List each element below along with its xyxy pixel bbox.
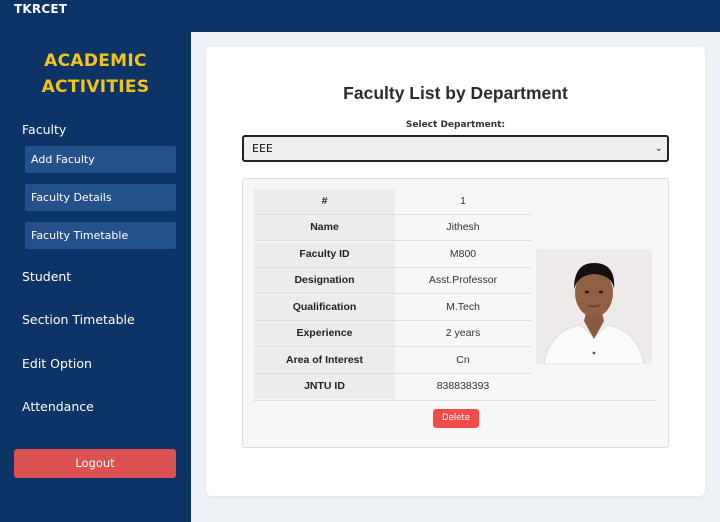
delete-button[interactable]: Delete — [433, 409, 479, 428]
field-label: Designation — [254, 268, 395, 293]
field-value: M800 — [395, 242, 531, 267]
select-department-label: Select Department: — [405, 120, 506, 130]
table-row: Faculty ID M800 — [254, 242, 531, 268]
sidebar-item-attendance[interactable]: Attendance — [22, 399, 94, 414]
field-value: 838838393 — [395, 374, 531, 399]
field-value: M.Tech — [395, 295, 531, 320]
faculty-photo — [536, 249, 652, 364]
field-label: JNTU ID — [254, 374, 395, 399]
department-select-value: EEE — [252, 142, 273, 155]
sidebar-item-edit-option[interactable]: Edit Option — [22, 356, 92, 371]
field-label: Qualification — [254, 295, 395, 320]
main-card: Faculty List by Department Select Depart… — [206, 47, 705, 496]
brand-logo-text[interactable]: TKRCET — [14, 2, 67, 16]
field-value: 2 years — [395, 321, 531, 346]
person-photo-icon — [536, 249, 652, 364]
field-value: 1 — [395, 189, 531, 214]
table-row: Designation Asst.Professor — [254, 268, 531, 294]
sidebar-subitem-faculty-details[interactable]: Faculty Details — [25, 184, 176, 211]
sidebar-subitem-add-faculty[interactable]: Add Faculty — [25, 146, 176, 173]
sidebar: ACADEMIC ACTIVITIES Faculty Add Faculty … — [0, 32, 191, 522]
logout-button[interactable]: Logout — [14, 449, 176, 478]
field-value: Cn — [395, 348, 531, 373]
faculty-card: # 1 Name Jithesh Faculty ID M800 Designa… — [242, 178, 669, 448]
chevron-down-icon: ⌄ — [654, 143, 663, 154]
sidebar-title-line2: ACTIVITIES — [41, 77, 150, 97]
table-row: JNTU ID 838838393 — [254, 374, 531, 400]
sidebar-item-section-timetable[interactable]: Section Timetable — [22, 312, 135, 327]
table-row: Experience 2 years — [254, 321, 531, 347]
sidebar-title: ACADEMIC ACTIVITIES — [0, 48, 191, 100]
field-value: Jithesh — [395, 215, 531, 240]
table-row: Name Jithesh — [254, 215, 531, 241]
department-select[interactable]: EEE ⌄ — [242, 135, 669, 162]
field-label: # — [254, 189, 395, 214]
sidebar-subitem-faculty-timetable[interactable]: Faculty Timetable — [25, 222, 176, 249]
page-title: Faculty List by Department — [343, 83, 568, 103]
field-value: Asst.Professor — [395, 268, 531, 293]
field-label: Faculty ID — [254, 242, 395, 267]
sidebar-item-faculty[interactable]: Faculty — [22, 122, 66, 137]
top-bar: TKRCET — [0, 0, 720, 32]
sidebar-title-line1: ACADEMIC — [44, 51, 147, 71]
table-row: # 1 — [254, 189, 531, 215]
field-label: Area of Interest — [254, 348, 395, 373]
field-label: Experience — [254, 321, 395, 346]
table-row: Area of Interest Cn — [254, 348, 531, 374]
sidebar-item-student[interactable]: Student — [22, 269, 71, 284]
table-divider — [254, 400, 657, 401]
table-row: Qualification M.Tech — [254, 295, 531, 321]
field-label: Name — [254, 215, 395, 240]
